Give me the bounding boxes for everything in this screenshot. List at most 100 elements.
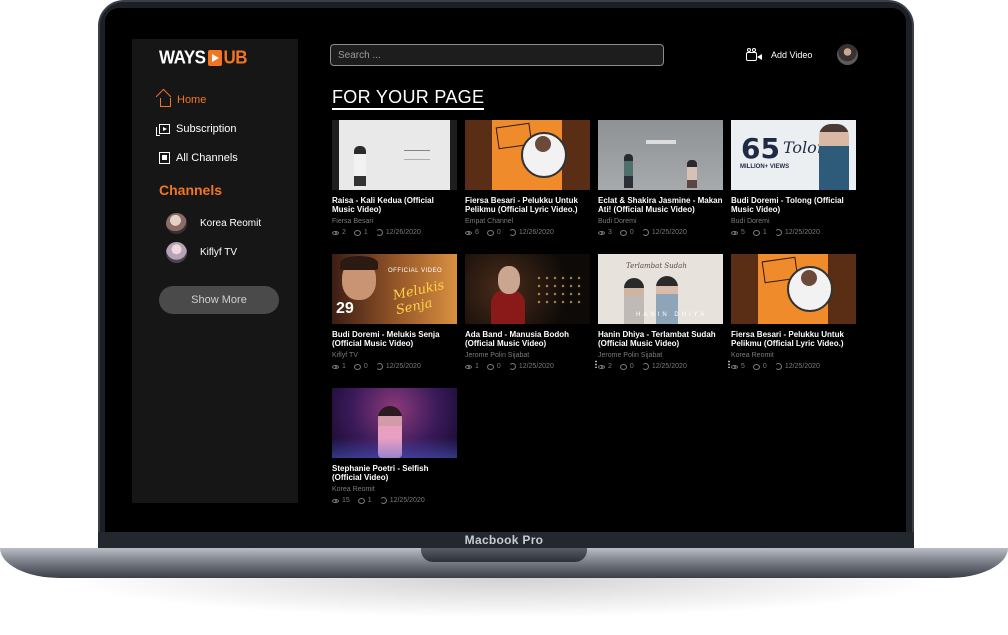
- channel-item-korea-reomit[interactable]: Korea Reomit: [166, 213, 261, 234]
- comment-icon: [752, 363, 760, 370]
- video-stats: 1 0 12/25/2020: [465, 363, 590, 370]
- sidebar-item-label: Subscription: [176, 123, 237, 135]
- channel-item-kiflyf-tv[interactable]: Kiflyf TV: [166, 242, 237, 263]
- show-more-button[interactable]: Show More: [159, 286, 279, 314]
- video-card[interactable]: Fiersa Besari - Pelukku Untuk Pelikmu (O…: [731, 254, 856, 370]
- video-title[interactable]: Hanin Dhiya - Terlambat Sudah (Official …: [598, 330, 723, 348]
- clock-icon: [379, 497, 387, 504]
- video-title[interactable]: Budi Doremi - Tolong (Official Music Vid…: [731, 196, 856, 214]
- video-stats: 6 0 12/26/2020: [465, 229, 590, 236]
- view-count: 15: [342, 497, 350, 504]
- video-card[interactable]: 65 MILLION+ VIEWS Tolong Budi Doremi - Tolo…: [731, 120, 856, 236]
- channel-name: Korea Reomit: [200, 218, 262, 229]
- user-avatar[interactable]: [837, 44, 858, 65]
- video-channel[interactable]: Budi Doremi: [731, 218, 856, 225]
- upload-date: 12/25/2020: [518, 363, 554, 370]
- comment-count: 0: [496, 229, 501, 236]
- logo[interactable]: WAYS UB: [159, 47, 248, 69]
- video-thumbnail[interactable]: [465, 120, 590, 190]
- more-options-icon[interactable]: [728, 360, 730, 368]
- video-channel[interactable]: Kiflyf TV: [332, 352, 457, 359]
- thumb-text: OFFICIAL VIDEO: [388, 268, 443, 274]
- comment-count: 0: [629, 363, 634, 370]
- clock-icon: [508, 363, 516, 370]
- add-video-button[interactable]: Add Video: [746, 48, 812, 62]
- page-title: FOR YOUR PAGE: [332, 87, 485, 110]
- video-title[interactable]: Raisa - Kali Kedua (Official Music Video…: [332, 196, 457, 214]
- sidebar-item-home[interactable]: Home: [159, 92, 206, 108]
- subscription-icon: [156, 124, 170, 136]
- video-thumbnail[interactable]: [332, 388, 457, 458]
- upload-date: 12/25/2020: [784, 229, 820, 236]
- video-title[interactable]: Stephanie Poetri - Selfish (Official Vid…: [332, 464, 457, 482]
- view-count: 2: [342, 229, 346, 236]
- home-icon: [160, 97, 171, 107]
- upload-date: 12/25/2020: [389, 497, 425, 504]
- video-stats: 2 1 12/26/2020: [332, 229, 457, 236]
- video-title[interactable]: Fiersa Besari - Pelukku Untuk Pelikmu (O…: [465, 196, 590, 214]
- thumb-text: 65: [741, 132, 780, 165]
- upload-date: 12/26/2020: [518, 229, 554, 236]
- upload-date: 12/26/2020: [385, 229, 421, 236]
- eye-icon: [332, 498, 339, 503]
- comment-count: 1: [363, 229, 368, 236]
- clock-icon: [375, 229, 383, 236]
- thumb-text: MILLION+ VIEWS: [740, 164, 790, 170]
- video-channel[interactable]: Korea Reomit: [731, 352, 856, 359]
- video-thumbnail[interactable]: [332, 120, 457, 190]
- eye-icon: [731, 230, 738, 235]
- clock-icon: [641, 229, 649, 236]
- comment-icon: [752, 229, 760, 236]
- search-input[interactable]: [330, 44, 664, 66]
- video-channel[interactable]: Empat Channel: [465, 218, 590, 225]
- view-count: 2: [608, 363, 612, 370]
- comment-icon: [353, 363, 361, 370]
- video-channel[interactable]: Korea Reomit: [332, 486, 457, 493]
- view-count: 6: [475, 229, 479, 236]
- video-stats: 15 1 12/25/2020: [332, 497, 457, 504]
- view-count: 1: [475, 363, 479, 370]
- video-card[interactable]: Eclat & Shakira Jasmine - Makan Ati! (Of…: [598, 120, 723, 236]
- video-card[interactable]: Stephanie Poetri - Selfish (Official Vid…: [332, 388, 457, 504]
- comment-count: 0: [496, 363, 501, 370]
- video-card[interactable]: Ada Band - Manusia Bodoh (Official Music…: [465, 254, 597, 370]
- video-card[interactable]: Terlambat Sudah HANIN DHIYA Hanin Dhiya - …: [598, 254, 730, 370]
- video-stats: 3 0 12/25/2020: [598, 229, 723, 236]
- video-title[interactable]: Budi Doremi - Melukis Senja (Official Mu…: [332, 330, 457, 348]
- sidebar-item-all-channels[interactable]: All Channels: [159, 150, 238, 166]
- more-options-icon[interactable]: [595, 360, 597, 368]
- video-camera-icon: [746, 48, 762, 62]
- laptop-screen: WAYS UB Home Subscription All Channels C…: [105, 8, 906, 534]
- video-channel[interactable]: Budi Doremi: [598, 218, 723, 225]
- video-thumbnail[interactable]: [731, 254, 856, 324]
- video-channel[interactable]: Jerome Polin Sijabat: [598, 352, 723, 359]
- video-card[interactable]: 29 OFFICIAL VIDEO Melukis Senja Budi Doremi…: [332, 254, 457, 370]
- thumb-text: HANIN DHIYA: [636, 312, 708, 318]
- sidebar-item-subscription[interactable]: Subscription: [156, 121, 237, 137]
- video-card[interactable]: Raisa - Kali Kedua (Official Music Video…: [332, 120, 457, 236]
- video-title[interactable]: Fiersa Besari - Pelukku Untuk Pelikmu (O…: [731, 330, 856, 348]
- clock-icon: [774, 229, 782, 236]
- comment-icon: [486, 363, 494, 370]
- video-thumbnail[interactable]: Terlambat Sudah HANIN DHIYA: [598, 254, 723, 324]
- video-title[interactable]: Eclat & Shakira Jasmine - Makan Ati! (Of…: [598, 196, 723, 214]
- video-channel[interactable]: Jerome Polin Sijabat: [465, 352, 590, 359]
- eye-icon: [465, 230, 472, 235]
- sidebar-item-label: All Channels: [176, 152, 238, 164]
- comment-icon: [619, 363, 627, 370]
- video-thumbnail[interactable]: [598, 120, 723, 190]
- video-card[interactable]: Fiersa Besari - Pelukku Untuk Pelikmu (O…: [465, 120, 590, 236]
- video-stats: 5 0 12/25/2020: [731, 363, 856, 370]
- upload-date: 12/25/2020: [385, 363, 421, 370]
- video-thumbnail[interactable]: [465, 254, 590, 324]
- comment-icon: [353, 229, 361, 236]
- video-title[interactable]: Ada Band - Manusia Bodoh (Official Music…: [465, 330, 590, 348]
- video-channel[interactable]: Fiersa Besari: [332, 218, 457, 225]
- sidebar-item-label: Home: [177, 94, 207, 106]
- eye-icon: [332, 230, 339, 235]
- video-thumbnail[interactable]: 29 OFFICIAL VIDEO Melukis Senja: [332, 254, 457, 324]
- channels-heading: Channels: [159, 182, 223, 198]
- logo-text-part2: UB: [223, 47, 248, 68]
- video-thumbnail[interactable]: 65 MILLION+ VIEWS Tolong: [731, 120, 856, 190]
- comment-count: 0: [762, 363, 767, 370]
